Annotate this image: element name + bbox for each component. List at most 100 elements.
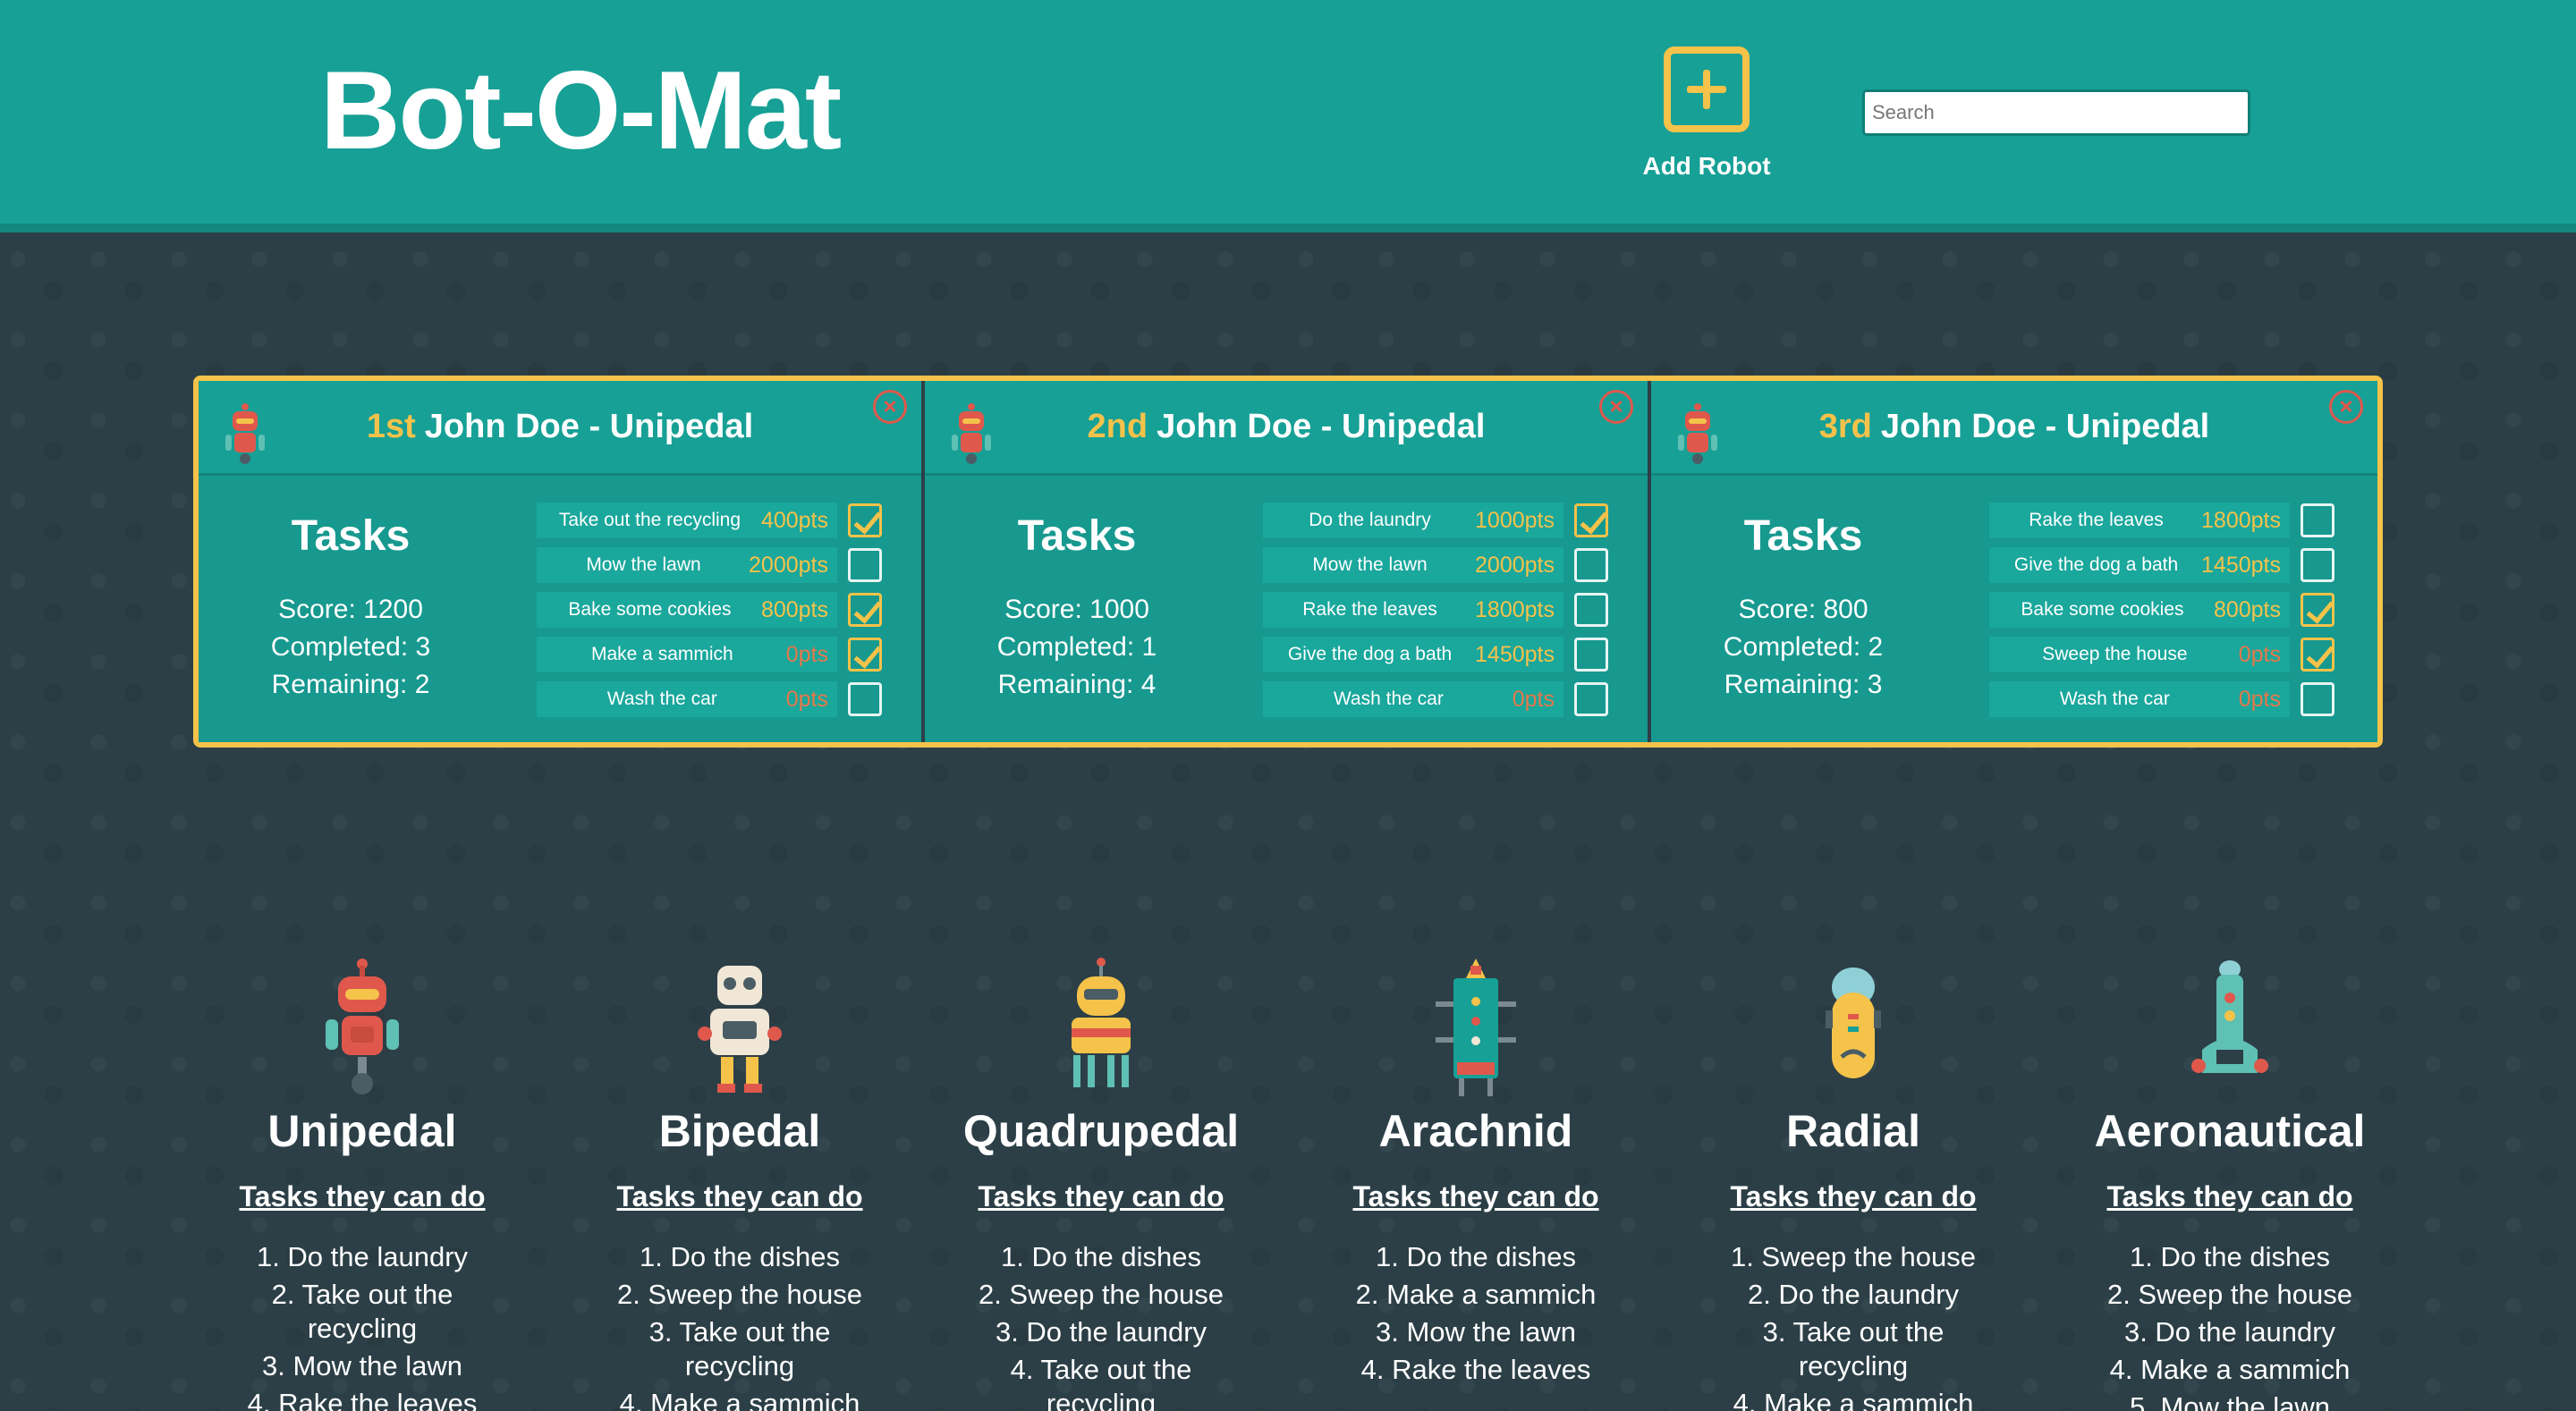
- task-checkbox[interactable]: [1574, 548, 1608, 582]
- type-task-item: 3. Take out the recycling: [648, 1316, 831, 1381]
- task-points: 2000pts: [749, 552, 828, 578]
- task-name: Rake the leaves: [2029, 510, 2164, 530]
- type-task-list: 1. Do the dishes 2. Sweep the house 3. Do …: [2096, 1240, 2364, 1411]
- robot-name: John Doe - Unipedal: [1880, 408, 2210, 445]
- task-item: Rake the leaves 1800pts: [1263, 592, 1563, 628]
- task-item: Mow the lawn 2000pts: [537, 547, 837, 583]
- card-body: Tasks Score: 1200 Completed: 3 Remaining…: [199, 476, 921, 742]
- task-item: Give the dog a bath 1450pts: [1989, 547, 2290, 583]
- card-body: Tasks Score: 800 Completed: 2 Remaining:…: [1651, 476, 2377, 742]
- quadrupedal-robot-icon: [1052, 957, 1150, 1100]
- task-checkbox[interactable]: [848, 548, 882, 582]
- task-name: Mow the lawn: [586, 554, 701, 575]
- tasks-heading: Tasks: [1017, 512, 1137, 560]
- type-task-item: 3. Do the laundry: [2123, 1316, 2336, 1348]
- task-row: Wash the car 0pts: [1989, 681, 2347, 717]
- task-points: 1000pts: [1475, 507, 1555, 533]
- card-header: 1st John Doe - Unipedal: [199, 381, 921, 476]
- close-icon[interactable]: [873, 390, 907, 424]
- type-task-item: 3. Do the laundry: [995, 1316, 1208, 1348]
- type-task-item: 2. Do the laundry: [1747, 1279, 1960, 1310]
- task-item: Give the dog a bath 1450pts: [1263, 637, 1563, 672]
- robot-type-card: Quadrupedal Tasks they can do 1. Do the …: [940, 957, 1262, 1411]
- task-points: 1450pts: [1475, 641, 1555, 667]
- task-row: Mow the lawn 2000pts: [537, 547, 894, 583]
- tasks-they-can-do-label: Tasks they can do: [616, 1180, 863, 1212]
- leaderboard: 1st John Doe - Unipedal Tasks Score: 1200…: [193, 376, 2383, 748]
- type-task-item: 2. Sweep the house: [616, 1279, 863, 1310]
- type-task-list: 1. Do the laundry 2. Take out the recycli…: [228, 1240, 496, 1411]
- card-title: 1st John Doe - Unipedal: [199, 408, 921, 446]
- stats-panel: Tasks Score: 800 Completed: 2 Remaining:…: [1669, 511, 1937, 704]
- task-points: 0pts: [2238, 641, 2281, 667]
- card-header: 3rd John Doe - Unipedal: [1651, 381, 2377, 476]
- search-input[interactable]: [1862, 89, 2250, 136]
- completed-text: Completed: 3: [270, 632, 431, 662]
- app-logo: Bot-O-Mat: [320, 49, 842, 173]
- task-checkbox[interactable]: [1574, 638, 1608, 672]
- arachnid-robot-icon: [1427, 957, 1525, 1100]
- type-task-item: 1. Do the dishes: [1000, 1241, 1202, 1272]
- close-icon[interactable]: [2329, 390, 2363, 424]
- remaining-text: Remaining: 4: [997, 670, 1157, 699]
- type-task-item: 1. Sweep the house: [1730, 1241, 1977, 1272]
- rank-label: 2nd: [1087, 408, 1148, 445]
- task-row: Give the dog a bath 1450pts: [1263, 637, 1621, 672]
- task-name: Bake some cookies: [568, 599, 732, 620]
- type-task-item: 1. Do the dishes: [2129, 1241, 2331, 1272]
- add-icon[interactable]: [1664, 46, 1750, 132]
- task-item: Bake some cookies 800pts: [537, 592, 837, 628]
- type-task-item: 1. Do the laundry: [256, 1241, 469, 1272]
- task-checkbox[interactable]: [848, 503, 882, 537]
- task-item: Wash the car 0pts: [1263, 681, 1563, 717]
- task-checkbox[interactable]: [2301, 593, 2334, 627]
- task-checkbox[interactable]: [2301, 548, 2334, 582]
- card-header: 2nd John Doe - Unipedal: [925, 381, 1648, 476]
- leaderboard-card: 2nd John Doe - Unipedal Tasks Score: 1000…: [925, 381, 1651, 742]
- task-name: Wash the car: [2059, 689, 2170, 709]
- task-checkbox[interactable]: [848, 682, 882, 716]
- task-row: Bake some cookies 800pts: [537, 592, 894, 628]
- tasks-heading: Tasks: [1743, 512, 1863, 560]
- task-item: Rake the leaves 1800pts: [1989, 503, 2290, 538]
- task-list: Rake the leaves 1800pts Give the dog a b…: [1989, 503, 2347, 726]
- task-checkbox[interactable]: [1574, 503, 1608, 537]
- close-icon[interactable]: [1599, 390, 1633, 424]
- type-task-item: 4. Make a sammich: [2109, 1354, 2351, 1385]
- task-name: Do the laundry: [1309, 510, 1431, 530]
- task-name: Bake some cookies: [2021, 599, 2184, 620]
- task-points: 1450pts: [2201, 552, 2281, 578]
- task-checkbox[interactable]: [1574, 593, 1608, 627]
- type-task-item: 4. Take out the recycling: [1010, 1354, 1192, 1411]
- tasks-they-can-do-label: Tasks they can do: [239, 1180, 486, 1212]
- task-checkbox[interactable]: [2301, 638, 2334, 672]
- remaining-text: Remaining: 3: [1724, 670, 1883, 699]
- robot-type-name: Unipedal: [267, 1106, 457, 1156]
- robot-type-name: Bipedal: [658, 1106, 821, 1156]
- type-task-list: 1. Do the dishes 2. Sweep the house 3. Tak…: [606, 1240, 874, 1411]
- task-checkbox[interactable]: [2301, 503, 2334, 537]
- task-checkbox[interactable]: [848, 593, 882, 627]
- tasks-they-can-do-label: Tasks they can do: [978, 1180, 1224, 1212]
- task-name: Take out the recycling: [558, 510, 741, 530]
- type-task-list: 1. Do the dishes 2. Sweep the house 3. Do …: [967, 1240, 1235, 1411]
- stats-panel: Tasks Score: 1000 Completed: 1 Remaining…: [943, 511, 1211, 704]
- task-item: Wash the car 0pts: [537, 681, 837, 717]
- tasks-they-can-do-label: Tasks they can do: [2106, 1180, 2353, 1212]
- tasks-heading: Tasks: [291, 512, 411, 560]
- card-title: 2nd John Doe - Unipedal: [925, 408, 1648, 446]
- task-checkbox[interactable]: [2301, 682, 2334, 716]
- task-checkbox[interactable]: [848, 638, 882, 672]
- task-checkbox[interactable]: [1574, 682, 1608, 716]
- type-task-list: 1. Do the dishes 2. Make a sammich 3. Mow …: [1342, 1240, 1610, 1387]
- add-robot-button[interactable]: Add Robot: [1637, 46, 1776, 181]
- task-name: Give the dog a bath: [1287, 644, 1453, 664]
- robot-type-card: Unipedal Tasks they can do 1. Do the lau…: [201, 957, 523, 1411]
- task-name: Wash the car: [606, 689, 717, 709]
- type-task-item: 2. Sweep the house: [978, 1279, 1224, 1310]
- add-robot-label[interactable]: Add Robot: [1637, 152, 1776, 181]
- type-task-item: 1. Do the dishes: [639, 1241, 841, 1272]
- robot-type-name: Arachnid: [1378, 1106, 1573, 1156]
- robot-type-card: Arachnid Tasks they can do 1. Do the dis…: [1315, 957, 1637, 1390]
- type-task-item: 5. Mow the lawn: [2130, 1391, 2330, 1411]
